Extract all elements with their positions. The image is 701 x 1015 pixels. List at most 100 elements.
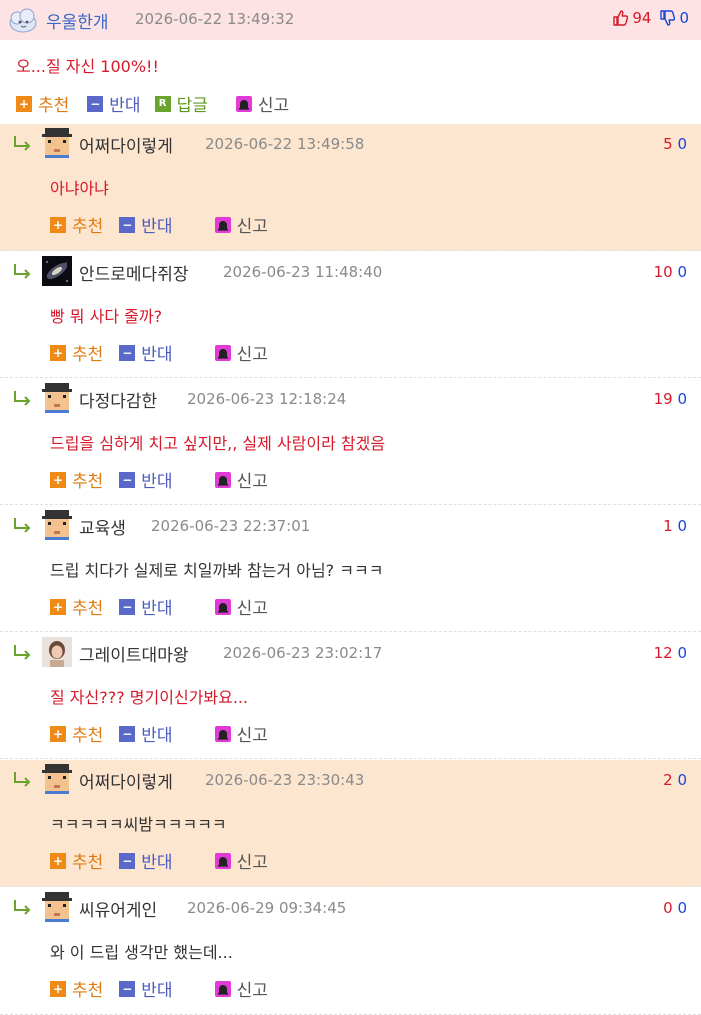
siren-icon <box>214 598 231 615</box>
reply-down-count: 0 <box>677 135 687 153</box>
reply-item: 다정다감한 2026-06-23 12:18:24 19 0 드립을 심하게 치… <box>0 379 701 505</box>
reply-up-count: 12 <box>653 644 678 662</box>
recommend-label: 추천 <box>72 345 104 365</box>
reply-nickname[interactable]: 그레이트대마왕 <box>79 641 188 666</box>
pixel-face-icon[interactable] <box>42 128 72 158</box>
plus-icon: + <box>50 725 66 742</box>
oppose-button[interactable]: − 반대 <box>119 340 173 365</box>
reply-nickname[interactable]: 다정다감한 <box>79 387 157 412</box>
minus-icon: − <box>119 852 136 869</box>
oppose-button[interactable]: − 반대 <box>119 848 173 873</box>
recommend-button[interactable]: + 추천 <box>50 976 103 1001</box>
reply-label: 답글 <box>176 96 208 116</box>
reply-votes: 10 0 <box>654 263 687 281</box>
recommend-button[interactable]: + 추천 <box>50 594 103 619</box>
reply-nickname[interactable]: 씨유어게인 <box>79 896 157 921</box>
reply-date: 2026-06-23 22:37:01 <box>151 517 311 535</box>
recommend-label: 추천 <box>72 217 104 237</box>
report-button[interactable]: 신고 <box>214 340 268 365</box>
recommend-button[interactable]: + 추천 <box>50 212 103 237</box>
galaxy-icon[interactable] <box>42 256 72 286</box>
main-down-count: 0 <box>679 9 689 27</box>
plus-icon: + <box>50 216 66 233</box>
reply-arrow-icon <box>14 645 31 660</box>
reply-date: 2026-06-23 23:30:43 <box>205 771 365 789</box>
oppose-button[interactable]: − 반대 <box>119 467 173 492</box>
report-label: 신고 <box>236 981 268 1001</box>
pixel-face-icon[interactable] <box>42 892 72 922</box>
recommend-label: 추천 <box>72 599 104 619</box>
reply-item: 씨유어게인 2026-06-29 09:34:45 0 0 와 이 드립 생각만… <box>0 888 701 1015</box>
oppose-button[interactable]: − 반대 <box>119 594 173 619</box>
report-button[interactable]: 신고 <box>214 467 268 492</box>
reply-down-count: 0 <box>677 390 687 408</box>
main-nickname[interactable]: 우울한개 <box>46 8 109 33</box>
report-button[interactable]: 신고 <box>214 848 268 873</box>
pixel-face-icon[interactable] <box>42 764 72 794</box>
siren-icon <box>214 344 231 361</box>
oppose-button[interactable]: − 반대 <box>119 212 173 237</box>
pixel-face-icon[interactable] <box>42 383 72 413</box>
oppose-button[interactable]: − 반대 <box>87 91 141 116</box>
minus-icon: − <box>119 216 136 233</box>
report-button[interactable]: 신고 <box>214 721 268 746</box>
oppose-button[interactable]: − 반대 <box>119 721 173 746</box>
main-date: 2026-06-22 13:49:32 <box>135 10 295 28</box>
reply-icon: R <box>154 95 171 112</box>
reply-body: 질 자신??? 명기이신가봐요... <box>50 688 249 707</box>
reply-down-count: 0 <box>677 517 687 535</box>
siren-icon <box>214 980 231 997</box>
reply-actions: + 추천 − 반대 신고 <box>50 721 284 746</box>
recommend-button[interactable]: + 추천 <box>50 848 103 873</box>
minus-icon: − <box>119 471 136 488</box>
reply-votes: 2 0 <box>663 771 687 789</box>
reply-date: 2026-06-29 09:34:45 <box>187 899 347 917</box>
reply-body: 빵 뭐 사다 줄까? <box>50 307 163 326</box>
plus-icon: + <box>50 980 66 997</box>
reply-body: 와 이 드립 생각만 했는데... <box>50 943 233 962</box>
recommend-button[interactable]: + 추천 <box>50 721 103 746</box>
reply-nickname[interactable]: 교육생 <box>79 514 126 539</box>
cloud-dog-avatar-icon[interactable] <box>8 6 38 34</box>
recommend-label: 추천 <box>72 853 104 873</box>
minus-icon: − <box>119 344 136 361</box>
reply-arrow-icon <box>14 136 31 151</box>
reply-body: ㅋㅋㅋㅋㅋ씨밤ㅋㅋㅋㅋㅋ <box>50 815 227 834</box>
reply-actions: + 추천 − 반대 신고 <box>50 848 284 873</box>
oppose-button[interactable]: − 반대 <box>119 976 173 1001</box>
reply-down-count: 0 <box>677 263 687 281</box>
reply-date: 2026-06-23 12:18:24 <box>187 390 347 408</box>
reply-nickname[interactable]: 안드로메다쥐장 <box>79 260 188 285</box>
main-votes: 94 0 <box>612 9 689 27</box>
reply-button[interactable]: R 답글 <box>154 91 208 116</box>
report-button[interactable]: 신고 <box>214 976 268 1001</box>
reply-arrow-icon <box>14 518 31 533</box>
report-button[interactable]: 신고 <box>214 594 268 619</box>
siren-icon <box>214 852 231 869</box>
reply-nickname[interactable]: 어쩌다이렇게 <box>79 768 173 793</box>
reply-down-count: 0 <box>677 771 687 789</box>
reply-down-count: 0 <box>677 899 687 917</box>
siren-icon <box>214 725 231 742</box>
report-label: 신고 <box>236 599 268 619</box>
oppose-label: 반대 <box>141 217 173 237</box>
report-label: 신고 <box>257 96 290 116</box>
reply-date: 2026-06-23 23:02:17 <box>223 644 383 662</box>
reply-nickname[interactable]: 어쩌다이렇게 <box>79 132 173 157</box>
reply-item: 그레이트대마왕 2026-06-23 23:02:17 12 0 질 자신???… <box>0 633 701 759</box>
reply-votes: 0 0 <box>663 899 687 917</box>
minus-icon: − <box>119 980 136 997</box>
recommend-button[interactable]: + 추천 <box>50 340 103 365</box>
minus-icon: − <box>119 598 136 615</box>
report-label: 신고 <box>236 726 268 746</box>
pixel-face-icon[interactable] <box>42 510 72 540</box>
report-button[interactable]: 신고 <box>235 91 290 116</box>
report-button[interactable]: 신고 <box>214 212 268 237</box>
thumbs-up-icon[interactable] <box>612 10 629 26</box>
recommend-button[interactable]: + 추천 <box>50 467 103 492</box>
thumbs-down-icon[interactable] <box>659 10 676 26</box>
photo-avatar-icon[interactable] <box>42 637 72 667</box>
reply-actions: + 추천 − 반대 신고 <box>50 594 284 619</box>
recommend-button[interactable]: + 추천 <box>16 91 69 116</box>
reply-item: 교육생 2026-06-23 22:37:01 1 0 드립 치다가 실제로 치… <box>0 506 701 632</box>
